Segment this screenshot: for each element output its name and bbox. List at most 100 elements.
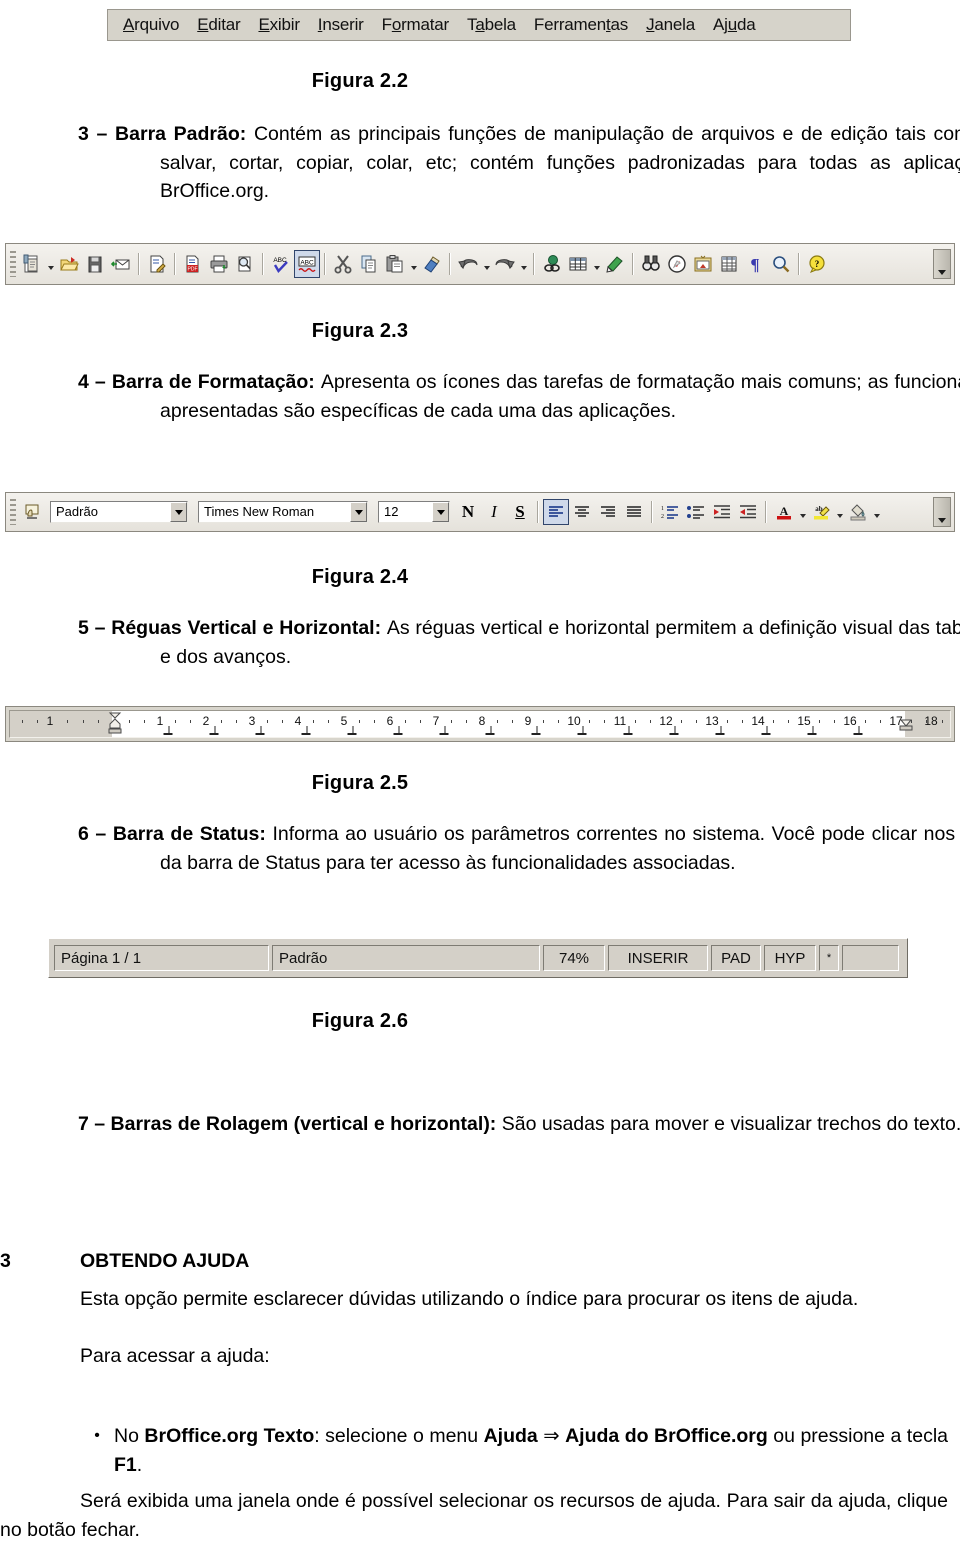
ruler-tab-stop[interactable] bbox=[577, 725, 587, 735]
ruler-tab-stop[interactable] bbox=[485, 725, 495, 735]
open-document-icon[interactable] bbox=[56, 250, 82, 278]
align-right-icon[interactable] bbox=[595, 499, 621, 525]
print-file-icon[interactable] bbox=[206, 250, 232, 278]
paragraph-style-combo[interactable]: Padrão bbox=[50, 501, 188, 523]
gallery-icon[interactable] bbox=[690, 250, 716, 278]
paragraph-style-dropdown-icon[interactable] bbox=[170, 502, 187, 522]
navigator-icon[interactable] bbox=[664, 250, 690, 278]
cut-icon[interactable] bbox=[330, 250, 356, 278]
toolbar-grip[interactable] bbox=[10, 499, 16, 525]
clone-formatting-icon[interactable] bbox=[419, 250, 445, 278]
align-center-icon[interactable] bbox=[569, 499, 595, 525]
ruler-tab-stop[interactable] bbox=[531, 725, 541, 735]
underline-button[interactable]: S bbox=[507, 499, 533, 525]
undo-icon[interactable] bbox=[455, 250, 481, 278]
help-icon[interactable]: ? bbox=[804, 250, 830, 278]
menu-item-arquivo[interactable]: Arquivo bbox=[114, 13, 188, 37]
status-zoom-field[interactable]: 74% bbox=[543, 945, 605, 971]
menu-item-formatar[interactable]: Formatar bbox=[373, 13, 458, 37]
toolbar-grip[interactable] bbox=[10, 251, 16, 277]
ruler-tab-stop[interactable] bbox=[163, 725, 173, 735]
ruler-tab-stop[interactable] bbox=[393, 725, 403, 735]
left-indent-marker[interactable] bbox=[108, 712, 122, 734]
right-indent-marker[interactable] bbox=[899, 712, 913, 734]
ruler-tab-stop[interactable] bbox=[301, 725, 311, 735]
formatting-toolbar[interactable]: Padrão Times New Roman 12 N I S 1 2 A ab bbox=[5, 492, 955, 532]
table-dropdown-icon[interactable] bbox=[591, 251, 602, 277]
font-size-dropdown-icon[interactable] bbox=[432, 502, 449, 522]
print-preview-icon[interactable] bbox=[232, 250, 258, 278]
data-sources-icon[interactable] bbox=[716, 250, 742, 278]
background-color-dropdown-icon[interactable] bbox=[871, 499, 882, 525]
ordered-list-icon[interactable]: 1 2 bbox=[657, 499, 683, 525]
font-name-combo[interactable]: Times New Roman bbox=[198, 501, 368, 523]
paragraph-style-icon[interactable] bbox=[19, 499, 45, 525]
menu-item-ajuda[interactable]: Ajuda bbox=[704, 13, 765, 37]
decrease-indent-icon[interactable] bbox=[709, 499, 735, 525]
highlighting-icon[interactable]: ab bbox=[808, 499, 834, 525]
ruler-tab-stop[interactable] bbox=[255, 725, 265, 735]
formatting-marks-icon[interactable]: ¶ bbox=[742, 250, 768, 278]
redo-icon[interactable] bbox=[492, 250, 518, 278]
menu-item-ferramentas[interactable]: Ferramentas bbox=[525, 13, 637, 37]
menu-item-tabela[interactable]: Tabela bbox=[458, 13, 525, 37]
export-pdf-icon[interactable]: PDF bbox=[180, 250, 206, 278]
background-color-icon[interactable] bbox=[845, 499, 871, 525]
status-page-field[interactable]: Página 1 / 1 bbox=[54, 945, 269, 971]
ruler-track[interactable]: 1 1 2 3 4 5 6 7 8 9 10 11 12 13 14 15 16… bbox=[9, 710, 951, 738]
spellcheck-icon[interactable]: ABC bbox=[268, 250, 294, 278]
redo-dropdown-icon[interactable] bbox=[518, 251, 529, 277]
menu-item-inserir[interactable]: Inserir bbox=[309, 13, 373, 37]
ruler-tab-stop[interactable] bbox=[715, 725, 725, 735]
font-size-combo[interactable]: 12 bbox=[378, 501, 450, 523]
status-selection-mode-field[interactable]: PAD bbox=[711, 945, 761, 971]
new-document-dropdown-icon[interactable] bbox=[45, 251, 56, 277]
copy-icon[interactable] bbox=[356, 250, 382, 278]
status-insert-mode-field[interactable]: INSERIR bbox=[608, 945, 708, 971]
ruler-tab-stop[interactable] bbox=[623, 725, 633, 735]
font-color-dropdown-icon[interactable] bbox=[797, 499, 808, 525]
paste-icon[interactable] bbox=[382, 250, 408, 278]
bold-button[interactable]: N bbox=[455, 499, 481, 525]
toolbar-overflow-button[interactable] bbox=[933, 497, 951, 527]
edit-file-icon[interactable] bbox=[144, 250, 170, 278]
unordered-list-icon[interactable] bbox=[683, 499, 709, 525]
italic-button[interactable]: I bbox=[481, 499, 507, 525]
font-name-dropdown-icon[interactable] bbox=[350, 502, 367, 522]
standard-toolbar[interactable]: PDF ABC ABC ¶ ? bbox=[5, 243, 955, 285]
toolbar-overflow-button[interactable] bbox=[933, 249, 951, 279]
new-document-icon[interactable] bbox=[19, 250, 45, 278]
save-document-icon[interactable] bbox=[82, 250, 108, 278]
ruler-tab-stop[interactable] bbox=[853, 725, 863, 735]
status-style-field[interactable]: Padrão bbox=[272, 945, 540, 971]
find-replace-icon[interactable] bbox=[638, 250, 664, 278]
ruler-tab-stop[interactable] bbox=[347, 725, 357, 735]
autospellcheck-icon[interactable]: ABC bbox=[294, 250, 320, 278]
highlighting-dropdown-icon[interactable] bbox=[834, 499, 845, 525]
font-color-icon[interactable]: A bbox=[771, 499, 797, 525]
menu-item-editar[interactable]: Editar bbox=[188, 13, 249, 37]
ruler-tab-stop[interactable] bbox=[761, 725, 771, 735]
horizontal-ruler[interactable]: 1 1 2 3 4 5 6 7 8 9 10 11 12 13 14 15 16… bbox=[5, 706, 955, 742]
justify-icon[interactable] bbox=[621, 499, 647, 525]
zoom-icon[interactable] bbox=[768, 250, 794, 278]
show-draw-functions-icon[interactable] bbox=[602, 250, 628, 278]
undo-dropdown-icon[interactable] bbox=[481, 251, 492, 277]
status-modified-field[interactable]: * bbox=[819, 945, 839, 971]
table-icon[interactable] bbox=[565, 250, 591, 278]
menu-item-exibir[interactable]: Exibir bbox=[249, 13, 308, 37]
menu-item-janela[interactable]: Janela bbox=[637, 13, 704, 37]
status-empty-field[interactable] bbox=[842, 945, 899, 971]
ruler-tab-stop[interactable] bbox=[669, 725, 679, 735]
ruler-tab-stop[interactable] bbox=[439, 725, 449, 735]
send-email-icon[interactable] bbox=[108, 250, 134, 278]
menubar[interactable]: Arquivo Editar Exibir Inserir Formatar T… bbox=[107, 9, 851, 41]
align-left-icon[interactable] bbox=[543, 499, 569, 525]
increase-indent-icon[interactable] bbox=[735, 499, 761, 525]
ruler-tab-stop[interactable] bbox=[209, 725, 219, 735]
hyperlink-icon[interactable] bbox=[539, 250, 565, 278]
ruler-tab-stop[interactable] bbox=[807, 725, 817, 735]
status-bar[interactable]: Página 1 / 1 Padrão 74% INSERIR PAD HYP … bbox=[48, 938, 908, 978]
paste-dropdown-icon[interactable] bbox=[408, 251, 419, 277]
status-hyphenation-field[interactable]: HYP bbox=[764, 945, 816, 971]
